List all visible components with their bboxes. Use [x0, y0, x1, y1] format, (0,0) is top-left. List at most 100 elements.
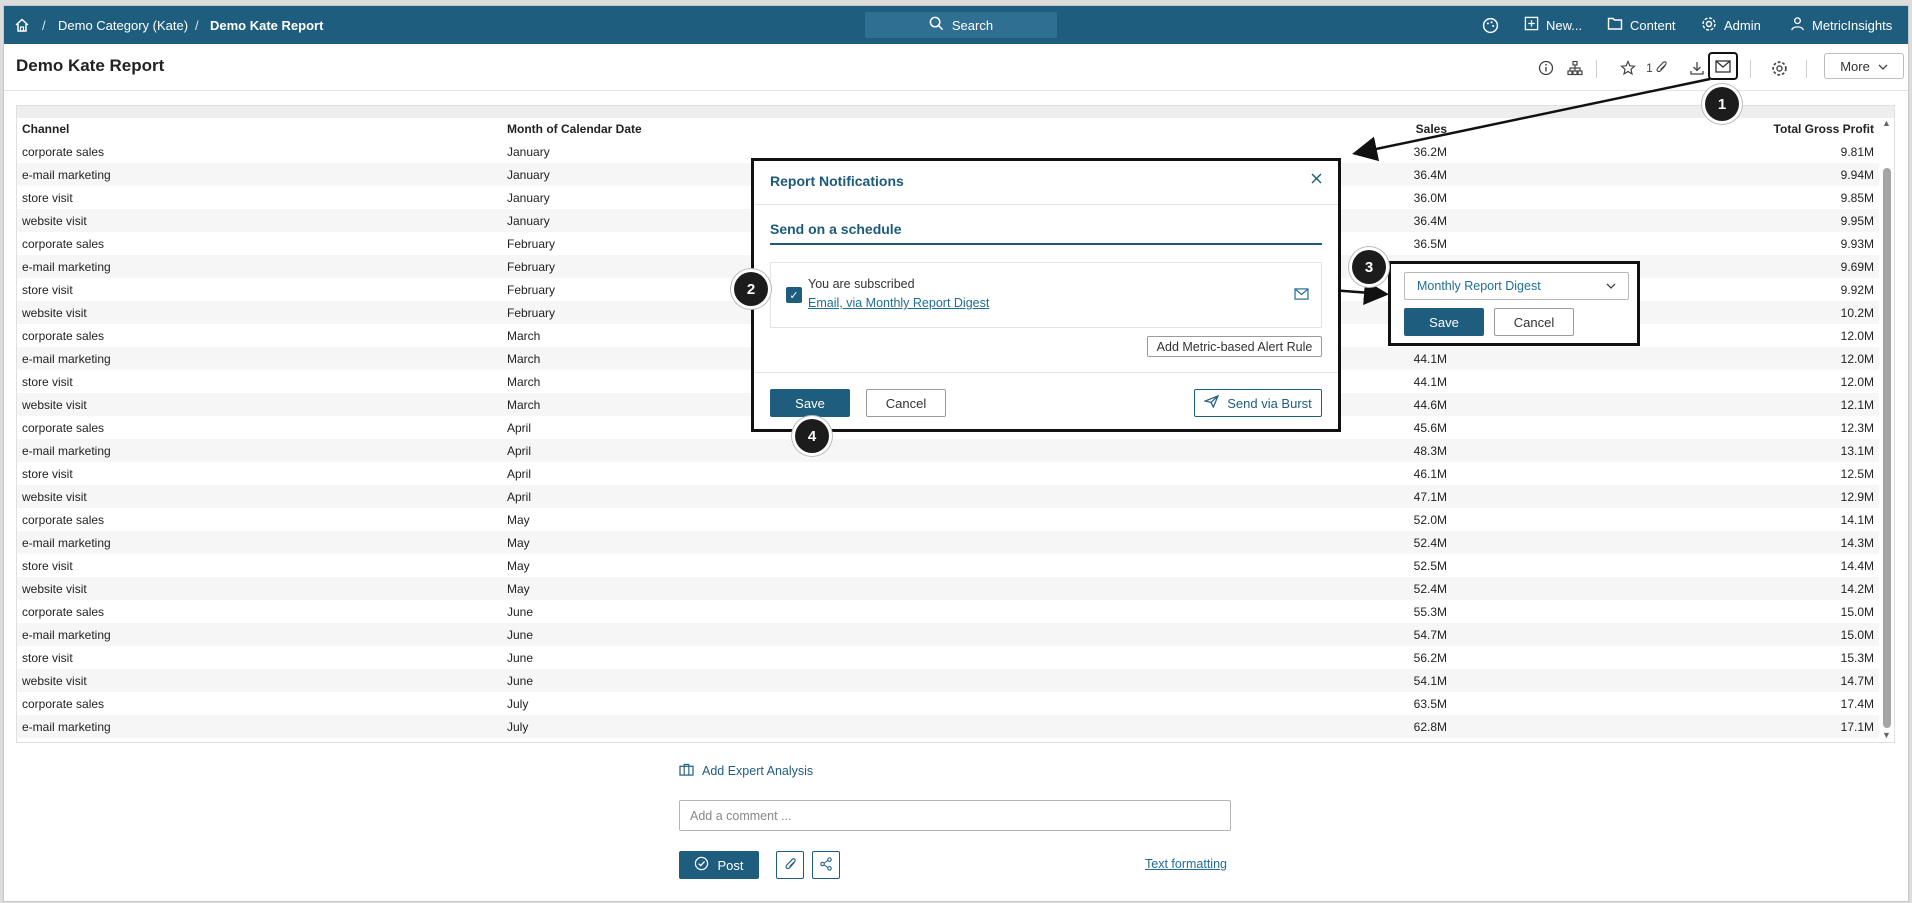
text-formatting-link[interactable]: Text formatting [1145, 857, 1227, 871]
vertical-scrollbar[interactable]: ▲ ▼ [1880, 118, 1894, 740]
cell-channel: e-mail marketing [17, 531, 502, 554]
breadcrumb-separator: / [42, 17, 46, 33]
home-icon[interactable] [14, 6, 30, 44]
panel-cancel-button[interactable]: Cancel [1494, 308, 1574, 336]
attach-button[interactable] [776, 851, 804, 879]
user-menu[interactable]: MetricInsights [1790, 6, 1892, 44]
tab-underline [770, 243, 1322, 245]
cell-sales: 52.4M [1402, 531, 1452, 554]
paperclip-icon [784, 856, 797, 874]
close-icon[interactable] [1311, 171, 1322, 189]
cell-gross-profit: 9.81M [1840, 144, 1874, 159]
scroll-down-arrow[interactable]: ▼ [1882, 730, 1891, 740]
cell-sales: 46.1M [1413, 466, 1447, 481]
cell-channel: corporate sales [22, 696, 105, 711]
cell-sales: 44.1M [1402, 347, 1452, 370]
scroll-thumb[interactable] [1883, 168, 1891, 728]
send-via-burst-label: Send via Burst [1227, 395, 1312, 411]
table-row: corporate sales May 52.0M 14.1M [17, 508, 1879, 531]
cell-gross-profit: 15.3M [1840, 650, 1874, 665]
content-menu[interactable]: Content [1607, 6, 1676, 44]
cell-sales: 63.5M [1413, 696, 1447, 711]
cell-gross-profit: 17.1M [1452, 715, 1879, 738]
download-icon[interactable] [1687, 58, 1707, 78]
cell-channel: e-mail marketing [17, 715, 502, 738]
tab-send-on-schedule[interactable]: Send on a schedule [770, 221, 901, 237]
palette-icon[interactable] [1482, 6, 1499, 44]
table-row: store visit June 56.2M 15.3M [17, 646, 1879, 669]
cell-month: May [507, 512, 530, 527]
cell-channel: store visit [22, 374, 73, 389]
column-header[interactable]: Sales [1402, 118, 1452, 140]
global-search-button[interactable]: Search [865, 12, 1057, 38]
callout-4: 4 [795, 419, 829, 453]
comment-input[interactable]: Add a comment ... [679, 800, 1231, 831]
more-button[interactable]: More [1824, 53, 1904, 79]
table-row: e-mail marketing April 48.3M 13.1M [17, 439, 1879, 462]
admin-menu[interactable]: Admin [1701, 6, 1761, 44]
cell-month: April [507, 466, 532, 481]
table-row: website visit May 52.4M 14.2M [17, 577, 1879, 600]
cell-channel: website visit [17, 301, 502, 324]
hierarchy-icon[interactable] [1565, 58, 1585, 78]
schedule-select[interactable]: Monthly Report Digest [1404, 272, 1629, 300]
cell-gross-profit: 9.94M [1452, 163, 1879, 186]
table-row: store visit May 52.5M 14.4M [17, 554, 1879, 577]
send-via-burst-button[interactable]: Send via Burst [1194, 389, 1322, 417]
info-icon[interactable] [1536, 58, 1556, 78]
add-alert-rule-button[interactable]: Add Metric-based Alert Rule [1147, 336, 1322, 357]
cell-sales: 36.5M [1413, 236, 1447, 251]
share-icon [819, 856, 833, 874]
star-icon[interactable] [1618, 58, 1638, 78]
new-menu[interactable]: New... [1524, 6, 1582, 44]
post-button[interactable]: Post [679, 851, 759, 879]
envelope-icon[interactable] [1708, 52, 1738, 80]
column-header[interactable]: Channel [17, 118, 502, 140]
cell-gross-profit: 14.1M [1840, 512, 1874, 527]
cell-gross-profit: 15.0M [1452, 623, 1879, 646]
panel-save-button[interactable]: Save [1404, 308, 1484, 336]
cell-channel: corporate sales [22, 144, 105, 159]
cell-month: June [502, 669, 1402, 692]
cell-gross-profit: 14.2M [1452, 577, 1879, 600]
column-header[interactable]: Total Gross Profit [1452, 118, 1879, 140]
envelope-icon[interactable] [1294, 288, 1309, 303]
share-button[interactable] [812, 851, 840, 879]
cell-gross-profit: 12.9M [1452, 485, 1879, 508]
check-icon[interactable]: ✓ [786, 287, 802, 303]
cell-gross-profit: 15.0M [1840, 604, 1874, 619]
subscription-row: ✓ You are subscribed Email, via Monthly … [770, 262, 1322, 328]
cell-channel: website visit [17, 485, 502, 508]
subscription-link[interactable]: Email, via Monthly Report Digest [808, 296, 989, 310]
divider [1596, 60, 1597, 78]
cell-sales: 55.3M [1413, 604, 1447, 619]
page-title: Demo Kate Report [16, 56, 165, 75]
modal-cancel-button[interactable]: Cancel [866, 389, 946, 417]
cell-sales: 44.6M [1402, 393, 1452, 416]
breadcrumb-separator: / [195, 17, 199, 33]
attachments-button[interactable]: 1 [1644, 58, 1670, 78]
cell-channel: corporate sales [22, 236, 105, 251]
search-label: Search [951, 17, 994, 33]
add-expert-analysis-link[interactable]: Add Expert Analysis [679, 763, 813, 779]
table-row: e-mail marketing May 52.4M 14.3M [17, 531, 1879, 554]
scroll-up-arrow[interactable]: ▲ [1882, 118, 1891, 128]
breadcrumb-category[interactable]: Demo Category (Kate) [58, 6, 188, 44]
cell-sales: 36.2M [1413, 144, 1447, 159]
settings-icon[interactable] [1769, 58, 1789, 78]
cell-month: April [502, 439, 1402, 462]
cell-channel: store visit [22, 282, 73, 297]
divider [754, 372, 1338, 373]
cell-sales: 56.2M [1413, 650, 1447, 665]
table-row: website visit April 47.1M 12.9M [17, 485, 1879, 508]
cell-sales: 54.7M [1402, 623, 1452, 646]
cell-sales: 36.4M [1402, 209, 1452, 232]
table-row: corporate sales July 63.5M 17.4M [17, 692, 1879, 715]
cell-month: July [507, 696, 529, 711]
divider [1750, 60, 1751, 78]
modal-save-button[interactable]: Save [770, 389, 850, 417]
cell-gross-profit: 17.4M [1840, 696, 1874, 711]
cell-sales: 52.4M [1402, 577, 1452, 600]
column-header[interactable]: Month of Calendar Date [502, 118, 1402, 140]
table-row: website visit June 54.1M 14.7M [17, 669, 1879, 692]
